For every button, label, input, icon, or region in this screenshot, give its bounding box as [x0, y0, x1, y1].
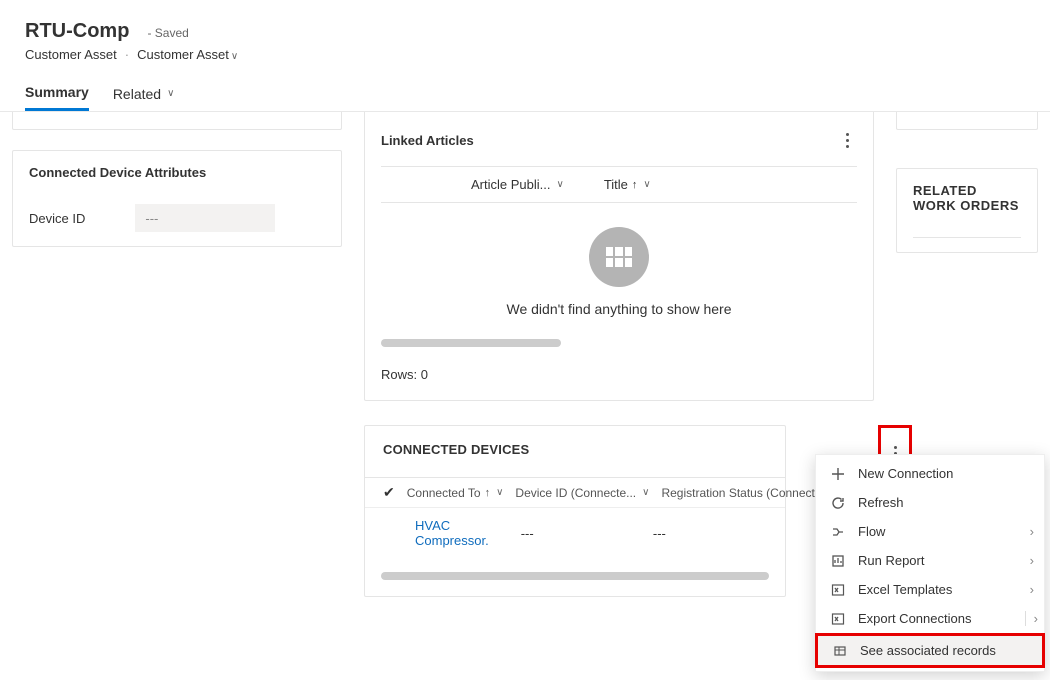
horizontal-scrollbar[interactable] — [381, 572, 769, 580]
connected-devices-section: CONNECTED DEVICES ✔ Connected To ↑ ∨ Dev… — [364, 425, 874, 597]
excel-export-icon — [830, 612, 846, 626]
linked-articles-columns: Article Publi...∨ Title ↑∨ — [381, 166, 857, 203]
form-selector[interactable]: Customer Asset∨ — [137, 47, 238, 62]
chevron-down-icon: ∨ — [496, 487, 503, 498]
chevron-down-icon: ∨ — [642, 487, 649, 498]
plus-icon — [830, 467, 846, 481]
col-article-public[interactable]: Article Publi...∨ — [471, 177, 564, 192]
linked-articles-card: Linked Articles Article Publi...∨ Title … — [364, 112, 874, 401]
table-row[interactable]: HVAC Compressor. --- --- — [365, 507, 785, 558]
registration-status-cell: --- — [653, 526, 785, 541]
select-all-checkbox[interactable]: ✔ — [383, 484, 395, 501]
card-stub — [12, 112, 342, 130]
device-id-label: Device ID — [29, 211, 85, 226]
empty-state: We didn't find anything to show here — [381, 203, 857, 327]
menu-flow[interactable]: Flow › — [816, 517, 1044, 546]
breadcrumb: Customer Asset · Customer Asset∨ — [25, 47, 1025, 62]
divider — [913, 237, 1021, 238]
refresh-icon — [830, 496, 846, 510]
chevron-right-icon: › — [1025, 611, 1038, 626]
page-header: RTU-Comp - Saved Customer Asset · Custom… — [0, 0, 1050, 112]
sort-asc-icon: ↑ — [632, 179, 638, 191]
chevron-down-icon: ∨ — [167, 88, 174, 99]
device-id-cell: --- — [521, 526, 653, 541]
save-state: - Saved — [147, 26, 188, 40]
tab-summary[interactable]: Summary — [25, 76, 89, 111]
flow-icon — [830, 525, 846, 539]
menu-new-connection[interactable]: New Connection — [816, 459, 1044, 488]
chevron-down-icon: ∨ — [231, 51, 238, 62]
menu-excel-templates[interactable]: Excel Templates › — [816, 575, 1044, 604]
chevron-down-icon: ∨ — [556, 179, 563, 190]
menu-see-associated-records[interactable]: See associated records — [815, 633, 1045, 668]
connected-devices-columns: ✔ Connected To ↑ ∨ Device ID (Connecte..… — [365, 477, 785, 507]
col-registration-status[interactable]: Registration Status (Connecte... — [661, 486, 831, 500]
report-icon — [830, 554, 846, 568]
records-icon — [832, 644, 848, 658]
chevron-down-icon: ∨ — [643, 179, 650, 190]
empty-message: We didn't find anything to show here — [381, 301, 857, 317]
rows-count: Rows: 0 — [381, 361, 857, 386]
menu-export-connections[interactable]: Export Connections › — [816, 604, 1044, 633]
tabs: Summary Related∨ — [25, 76, 1025, 111]
connected-to-link[interactable]: HVAC Compressor. — [415, 518, 521, 548]
chevron-right-icon: › — [1030, 553, 1034, 568]
card-stub — [896, 112, 1038, 130]
connected-devices-title: CONNECTED DEVICES — [383, 442, 767, 457]
related-work-orders-card: RELATED WORK ORDERS — [896, 168, 1038, 253]
device-id-field[interactable] — [135, 204, 275, 232]
breadcrumb-separator: · — [125, 47, 129, 62]
record-title: RTU-Comp — [25, 20, 129, 43]
menu-run-report[interactable]: Run Report › — [816, 546, 1044, 575]
chevron-right-icon: › — [1030, 582, 1034, 597]
tab-related[interactable]: Related∨ — [113, 76, 175, 111]
excel-icon — [830, 583, 846, 597]
section-title: Connected Device Attributes — [29, 165, 325, 180]
sort-asc-icon: ↑ — [485, 487, 491, 499]
col-title[interactable]: Title ↑∨ — [604, 177, 651, 192]
menu-refresh[interactable]: Refresh — [816, 488, 1044, 517]
horizontal-scrollbar[interactable] — [381, 339, 561, 347]
col-connected-to[interactable]: Connected To ↑ ∨ — [407, 486, 504, 500]
linked-articles-title: Linked Articles — [381, 133, 474, 148]
chevron-right-icon: › — [1030, 524, 1034, 539]
connected-device-attributes-card: Connected Device Attributes Device ID — [12, 150, 342, 247]
more-icon[interactable] — [837, 126, 857, 154]
col-device-id[interactable]: Device ID (Connecte... ∨ — [515, 486, 649, 500]
entity-name: Customer Asset — [25, 47, 117, 62]
related-work-orders-title: RELATED WORK ORDERS — [913, 183, 1021, 213]
context-menu: New Connection Refresh Flow › Run Report… — [815, 454, 1045, 672]
empty-grid-icon — [589, 227, 649, 287]
